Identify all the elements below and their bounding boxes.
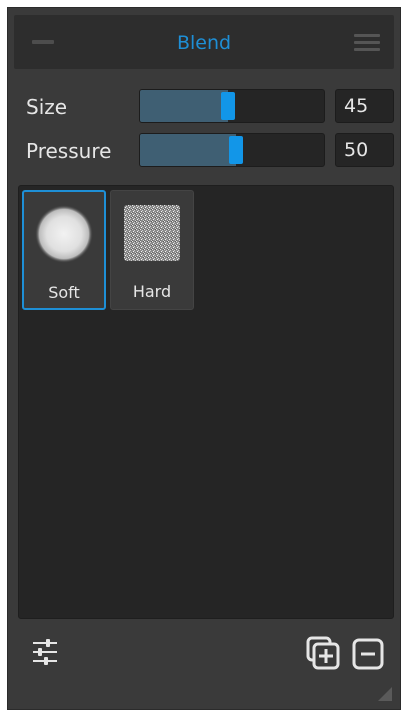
size-value-field[interactable]: 45 [335, 89, 394, 123]
remove-icon[interactable] [352, 638, 384, 670]
size-slider-thumb[interactable] [221, 92, 235, 120]
duplicate-add-icon[interactable] [306, 636, 340, 670]
pressure-slider-fill [140, 134, 236, 166]
blend-panel: Blend Size 45 Pressure 50 Soft Hard [7, 7, 401, 710]
brush-preset-label: Soft [48, 283, 80, 302]
size-slider[interactable] [139, 89, 325, 123]
size-label: Size [26, 95, 68, 119]
soft-brush-icon [35, 205, 93, 263]
brush-preset-soft[interactable]: Soft [22, 190, 106, 310]
pressure-slider[interactable] [139, 133, 325, 167]
panel-title: Blend [176, 32, 232, 54]
hard-brush-icon [124, 205, 180, 261]
pressure-value-field[interactable]: 50 [335, 133, 394, 167]
sliders-icon[interactable] [32, 638, 58, 666]
size-slider-fill [140, 90, 228, 122]
pressure-label: Pressure [26, 139, 112, 163]
pressure-slider-thumb[interactable] [229, 136, 243, 164]
brush-preset-label: Hard [132, 282, 172, 301]
brush-preset-hard[interactable]: Hard [110, 190, 194, 310]
panel-titlebar[interactable]: Blend [14, 15, 394, 69]
hamburger-menu-icon[interactable] [354, 34, 380, 52]
brush-preset-list: Soft Hard [18, 185, 394, 619]
resize-grip-icon[interactable] [378, 687, 392, 701]
